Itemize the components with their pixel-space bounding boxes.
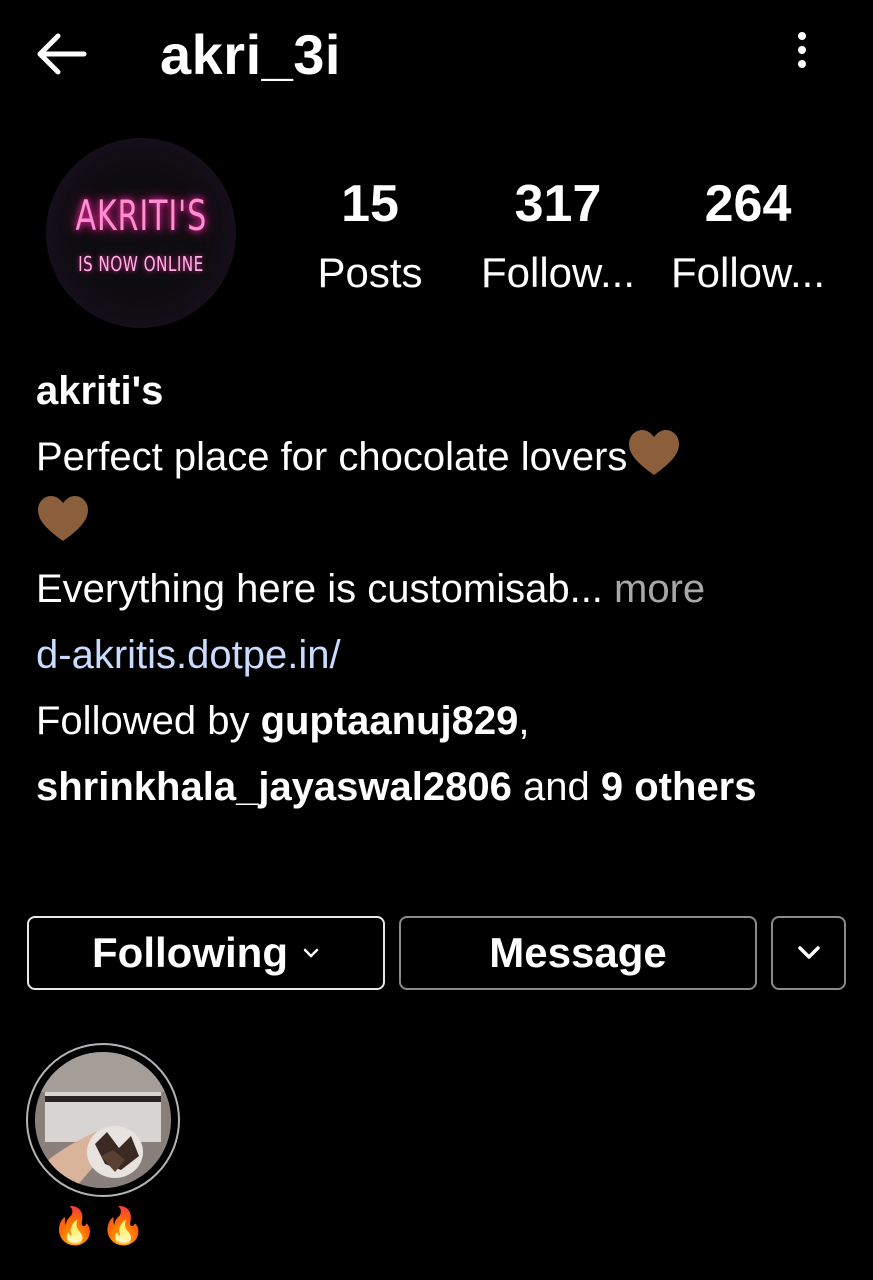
bio-line	[36, 490, 836, 556]
following-button-label: Following	[92, 929, 288, 976]
posts-count: 15	[341, 175, 399, 233]
top-bar: akri_3i	[0, 0, 873, 110]
bio-line: Perfect place for chocolate lovers	[36, 424, 836, 490]
posts-label: Posts	[317, 249, 423, 296]
back-button[interactable]	[30, 26, 94, 82]
chevron-down-icon	[797, 946, 820, 959]
bio-display-name: akriti's	[36, 369, 164, 413]
followed-by-others: 9 others	[600, 765, 757, 809]
followed-by-user: guptaanuj829	[260, 699, 519, 743]
following-label: Follow...	[670, 249, 826, 296]
bio-text: Perfect place for chocolate lovers	[36, 435, 628, 479]
bio-text-truncated: Everything here is customisab...	[36, 567, 603, 611]
following-button[interactable]: Following	[27, 916, 385, 990]
followed-by[interactable]: Followed by guptaanuj829, shrinkhala_jay…	[36, 688, 836, 820]
posts-stat[interactable]: 15 Posts	[300, 172, 440, 302]
bio-more-link[interactable]: more	[614, 567, 705, 611]
website-link[interactable]: d-akritis.dotpe.in/	[36, 633, 341, 677]
following-count: 264	[704, 175, 792, 233]
following-stat[interactable]: 264 Follow...	[660, 172, 836, 302]
followed-by-user: shrinkhala_jayaswal2806	[36, 765, 512, 809]
profile-username: akri_3i	[160, 23, 341, 86]
highlight-label: 🔥🔥	[52, 1205, 150, 1246]
highlight-cover-image	[35, 1052, 171, 1188]
avatar-logo-title: AKRITI'S	[75, 190, 207, 240]
chevron-down-icon	[303, 948, 319, 958]
more-options-button[interactable]	[780, 26, 824, 82]
profile-avatar[interactable]: AKRITI'S IS NOW ONLINE	[46, 138, 236, 328]
suggested-accounts-button[interactable]	[771, 916, 846, 990]
bio-line: Everything here is customisab... more	[36, 556, 836, 622]
more-vertical-icon	[798, 32, 806, 68]
avatar-logo-subtitle: IS NOW ONLINE	[78, 251, 204, 276]
brown-heart-icon	[38, 496, 88, 541]
followers-label: Follow...	[480, 249, 636, 296]
profile-bio: akriti's Perfect place for chocolate lov…	[36, 358, 836, 820]
followers-count: 317	[514, 175, 602, 233]
message-button-label: Message	[489, 929, 667, 976]
brown-heart-icon	[629, 430, 680, 475]
followed-by-and: and	[523, 765, 590, 809]
followed-by-prefix: Followed by	[36, 699, 250, 743]
followed-by-comma: ,	[518, 699, 530, 743]
back-arrow-icon	[37, 33, 87, 75]
story-highlight[interactable]	[26, 1043, 180, 1197]
followers-stat[interactable]: 317 Follow...	[470, 172, 646, 302]
message-button[interactable]: Message	[399, 916, 757, 990]
